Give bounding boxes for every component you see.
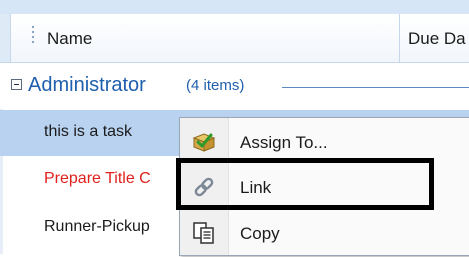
- menu-item-label: Copy: [240, 224, 280, 243]
- column-header-row: Name Due Da: [0, 14, 469, 63]
- menu-item-label: Link: [240, 178, 272, 197]
- menu-item-label: Assign To...: [240, 133, 328, 152]
- copy-icon: [191, 220, 217, 246]
- task-name: Runner-Pickup: [44, 218, 150, 235]
- column-header-name[interactable]: Name: [47, 24, 92, 54]
- task-name: this is a task: [44, 123, 133, 140]
- group-title: Administrator: [28, 74, 146, 96]
- group-item-count: (4 items): [186, 77, 245, 94]
- column-header-due-date[interactable]: Due Da: [408, 24, 466, 54]
- group-row-administrator[interactable]: Administrator (4 items): [0, 63, 469, 109]
- context-menu: Assign To... Link Copy: [179, 117, 469, 256]
- collapse-icon[interactable]: [11, 79, 22, 90]
- assign-icon: [191, 129, 217, 155]
- link-icon: [191, 174, 217, 200]
- group-divider: [282, 87, 469, 88]
- menu-item-assign-to[interactable]: Assign To...: [180, 120, 469, 166]
- header-gutter: [0, 14, 11, 62]
- menu-item-link[interactable]: Link: [180, 165, 469, 211]
- top-strip: [0, 0, 469, 15]
- task-name: Prepare Title C: [44, 170, 151, 187]
- column-separator[interactable]: [399, 14, 400, 62]
- column-drag-grip-icon[interactable]: [32, 26, 35, 48]
- menu-item-copy[interactable]: Copy: [180, 211, 469, 257]
